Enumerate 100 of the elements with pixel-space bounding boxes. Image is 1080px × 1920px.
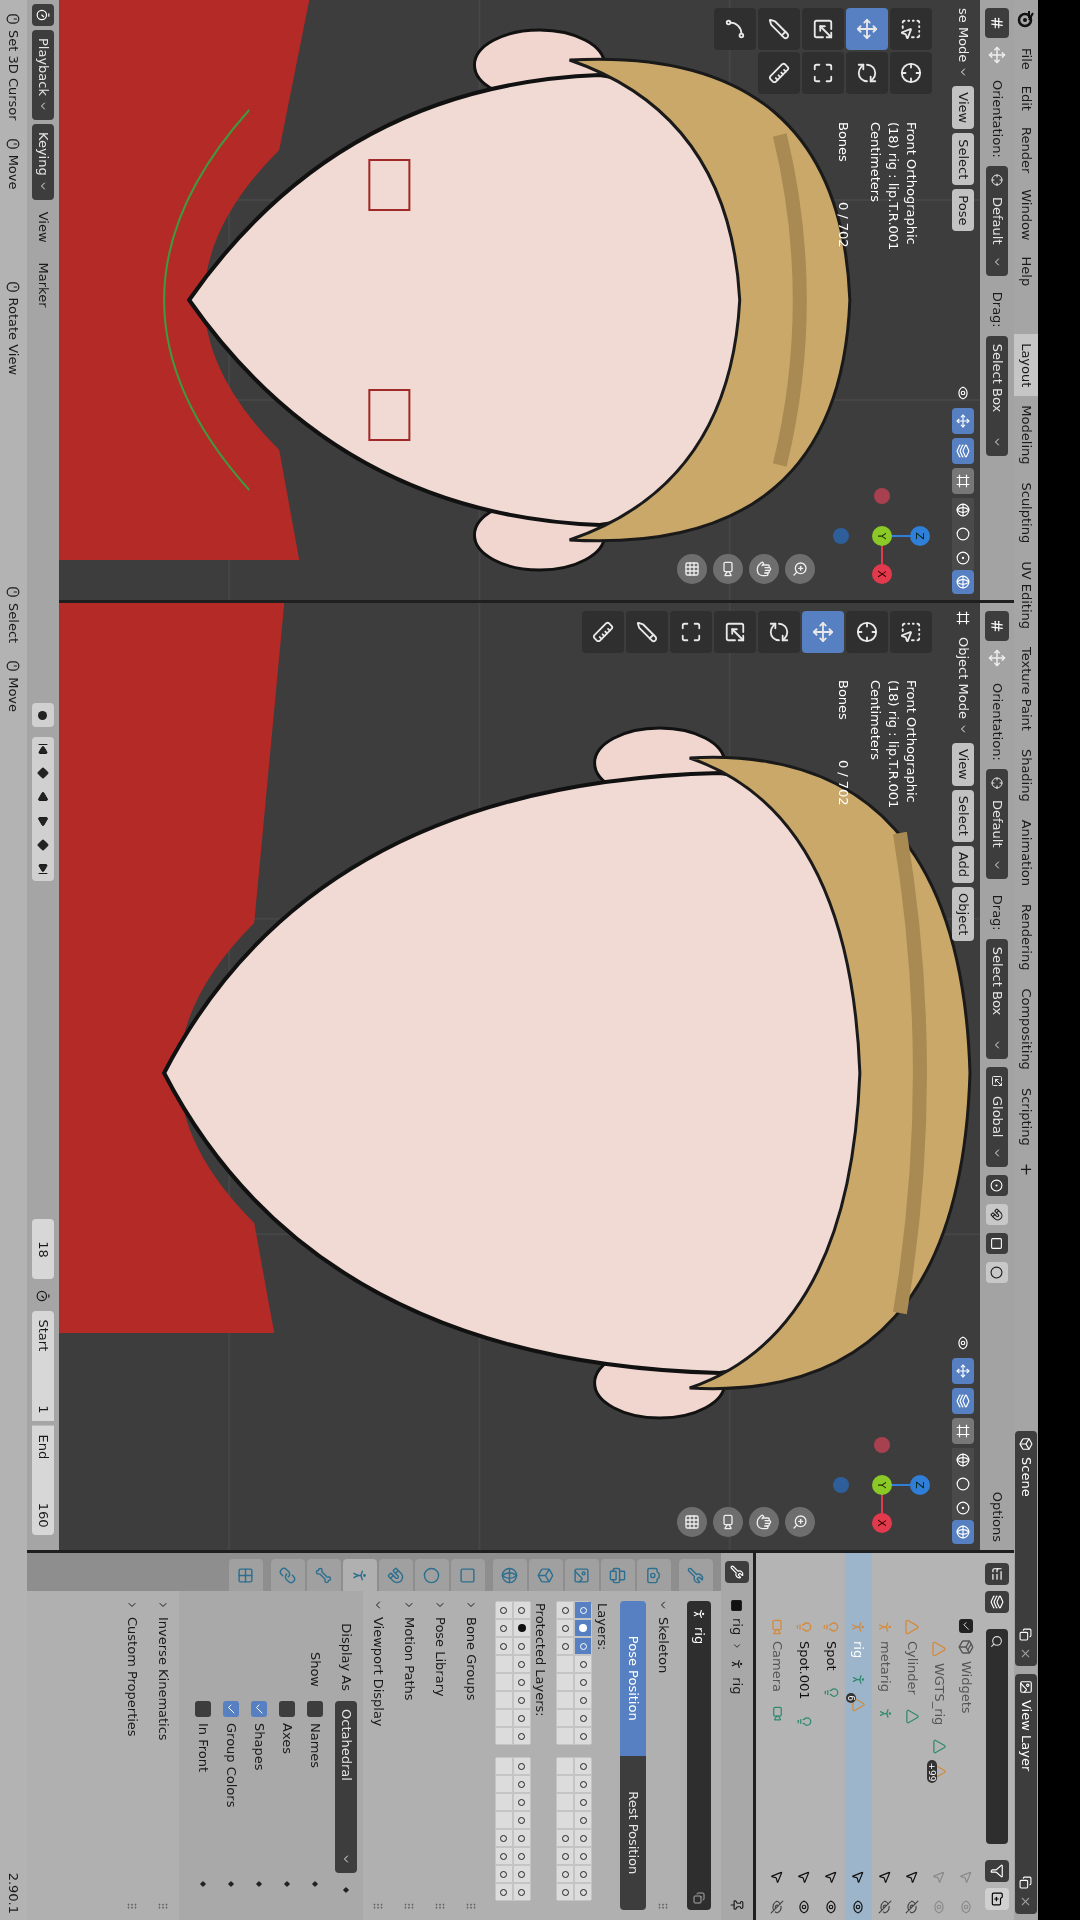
stats-value: 0 / 702: [835, 759, 852, 806]
object-name: WGTS_rig: [931, 1663, 949, 1726]
checkbox-label: Names: [306, 1723, 324, 1771]
axis-label: Z: [913, 532, 926, 540]
header-menu[interactable]: Select: [952, 789, 974, 842]
outliner-row[interactable]: Spot.001: [791, 1553, 818, 1920]
panel-toggle[interactable]: Skeleton: [653, 1599, 674, 1674]
drag-label: Drag:: [988, 894, 1006, 931]
viewport-info-text: Centimeters: [867, 122, 884, 204]
workspace-tab[interactable]: Sculpting: [1014, 473, 1038, 553]
child-count-badge: 6: [846, 1693, 856, 1703]
viewport-info-text: Front Orthographic: [903, 680, 920, 805]
outliner-row[interactable]: rig 6: [845, 1553, 872, 1920]
object-name: Camera: [769, 1641, 787, 1693]
start-frame-field[interactable]: Start 1: [32, 1311, 54, 1422]
orientation-label: Orientation:: [988, 683, 1006, 761]
stats-label: Bones: [835, 680, 852, 720]
checkbox-label: Axes: [278, 1723, 296, 1756]
panel-toggle[interactable]: Pose Library: [430, 1599, 451, 1697]
viewport-info-text: (18) rig : lip.T.R.001: [885, 680, 902, 809]
stats-label: Bones: [835, 122, 852, 162]
breadcrumb-item: rig: [728, 1677, 746, 1695]
protected-layers-label: Protected Layers:: [532, 1603, 550, 1719]
mode-dropdown[interactable]: se Mode: [952, 4, 974, 83]
show-label: Show: [307, 1651, 323, 1687]
status-hint: Rotate View: [5, 297, 23, 376]
object-name: metarig: [877, 1641, 895, 1692]
layers-label: Layers:: [594, 1603, 611, 1653]
timeline-dropdown[interactable]: Playback: [32, 30, 54, 120]
menu-item[interactable]: Window: [1016, 181, 1036, 249]
panel-toggle[interactable]: Custom Properties: [122, 1599, 143, 1737]
scene-selector[interactable]: Scene: [1015, 1431, 1037, 1666]
outliner-row[interactable]: Cylinder: [899, 1553, 926, 1920]
display-as-label: Display As: [337, 1622, 355, 1693]
header-menu[interactable]: Select: [952, 133, 974, 186]
status-hint: Move: [5, 677, 23, 713]
outliner-row[interactable]: metarig: [872, 1553, 899, 1920]
workspace-tab[interactable]: Compositing: [1014, 979, 1038, 1079]
timeline-menu[interactable]: Marker: [33, 254, 53, 316]
axis-label: X: [875, 570, 888, 578]
status-hint: Select: [5, 603, 23, 644]
outliner-row[interactable]: Spot: [818, 1553, 845, 1920]
outliner-row[interactable]: Widgets: [953, 1553, 980, 1920]
orientation-label: Orientation:: [988, 80, 1006, 158]
dropdown[interactable]: Global: [986, 1066, 1008, 1167]
axis-label: X: [875, 1519, 888, 1527]
object-name: Cylinder: [904, 1641, 922, 1695]
end-frame-field[interactable]: End 160: [32, 1425, 54, 1536]
workspace-tab[interactable]: Layout: [1014, 334, 1038, 397]
panel-toggle[interactable]: Inverse Kinematics: [153, 1599, 174, 1741]
pose-mode-tab[interactable]: Rest Position: [620, 1755, 646, 1910]
dropdown[interactable]: Default: [986, 768, 1008, 879]
outliner-row[interactable]: Camera: [764, 1553, 791, 1920]
breadcrumb-item: rig: [728, 1618, 746, 1636]
workspace-tab[interactable]: Scripting: [1014, 1078, 1038, 1155]
menu-item[interactable]: Render: [1016, 118, 1036, 182]
checkbox-label: In Front: [194, 1723, 212, 1775]
child-count-badge: +99: [927, 1760, 937, 1784]
checkbox-label: Shapes: [250, 1723, 268, 1773]
header-menu[interactable]: Add: [952, 845, 974, 884]
timeline-menu[interactable]: View: [33, 203, 53, 251]
timeline-dropdown[interactable]: Keying: [32, 124, 54, 200]
panel-toggle[interactable]: Motion Paths: [399, 1599, 420, 1701]
view-layer-selector[interactable]: View Layer: [1015, 1674, 1037, 1914]
object-name: rig: [850, 1641, 868, 1659]
mode-dropdown[interactable]: Object Mode: [952, 633, 974, 739]
workspace-tab[interactable]: Rendering: [1014, 895, 1038, 980]
checkbox-label: Group Colors: [222, 1723, 240, 1810]
object-name: Widgets: [958, 1661, 976, 1714]
dropdown[interactable]: Select Box: [986, 938, 1008, 1059]
options-menu[interactable]: Options: [987, 1491, 1007, 1542]
name-field[interactable]: rig: [687, 1601, 711, 1910]
version-label: 2.90.1: [5, 1872, 23, 1914]
object-name: Spot.001: [796, 1641, 814, 1700]
axis-label: Z: [913, 1481, 926, 1489]
menu-item[interactable]: Help: [1016, 248, 1036, 295]
header-menu[interactable]: Pose: [952, 189, 974, 232]
workspace-tab[interactable]: Shading: [1014, 739, 1038, 811]
menu-item[interactable]: File: [1016, 40, 1036, 78]
workspace-tab[interactable]: Modeling: [1014, 396, 1038, 474]
add-workspace-button[interactable]: +: [1014, 1154, 1038, 1185]
header-menu[interactable]: View: [952, 742, 974, 786]
workspace-tab[interactable]: UV Editing: [1014, 552, 1038, 638]
panel-toggle[interactable]: Viewport Display: [368, 1599, 389, 1727]
workspace-tab[interactable]: Animation: [1014, 810, 1038, 895]
axis-label: Y: [875, 532, 888, 540]
dropdown[interactable]: Default: [986, 165, 1008, 276]
menu-item[interactable]: Edit: [1016, 77, 1036, 119]
viewport-info-text: (18) rig : lip.T.R.001: [885, 122, 902, 251]
display-as-dropdown[interactable]: Octahedral: [335, 1701, 357, 1873]
current-frame-field[interactable]: 18: [32, 1219, 54, 1280]
object-name: Spot: [823, 1641, 841, 1671]
axis-label: Y: [875, 1481, 888, 1489]
status-hint: Set 3D Cursor: [5, 30, 23, 121]
pose-mode-tab[interactable]: Pose Position: [620, 1601, 646, 1756]
panel-toggle[interactable]: Bone Groups: [461, 1599, 482, 1701]
workspace-tab[interactable]: Texture Paint: [1014, 638, 1038, 740]
header-menu[interactable]: View: [952, 86, 974, 130]
dropdown[interactable]: Select Box: [986, 335, 1008, 456]
header-menu[interactable]: Object: [952, 887, 974, 942]
